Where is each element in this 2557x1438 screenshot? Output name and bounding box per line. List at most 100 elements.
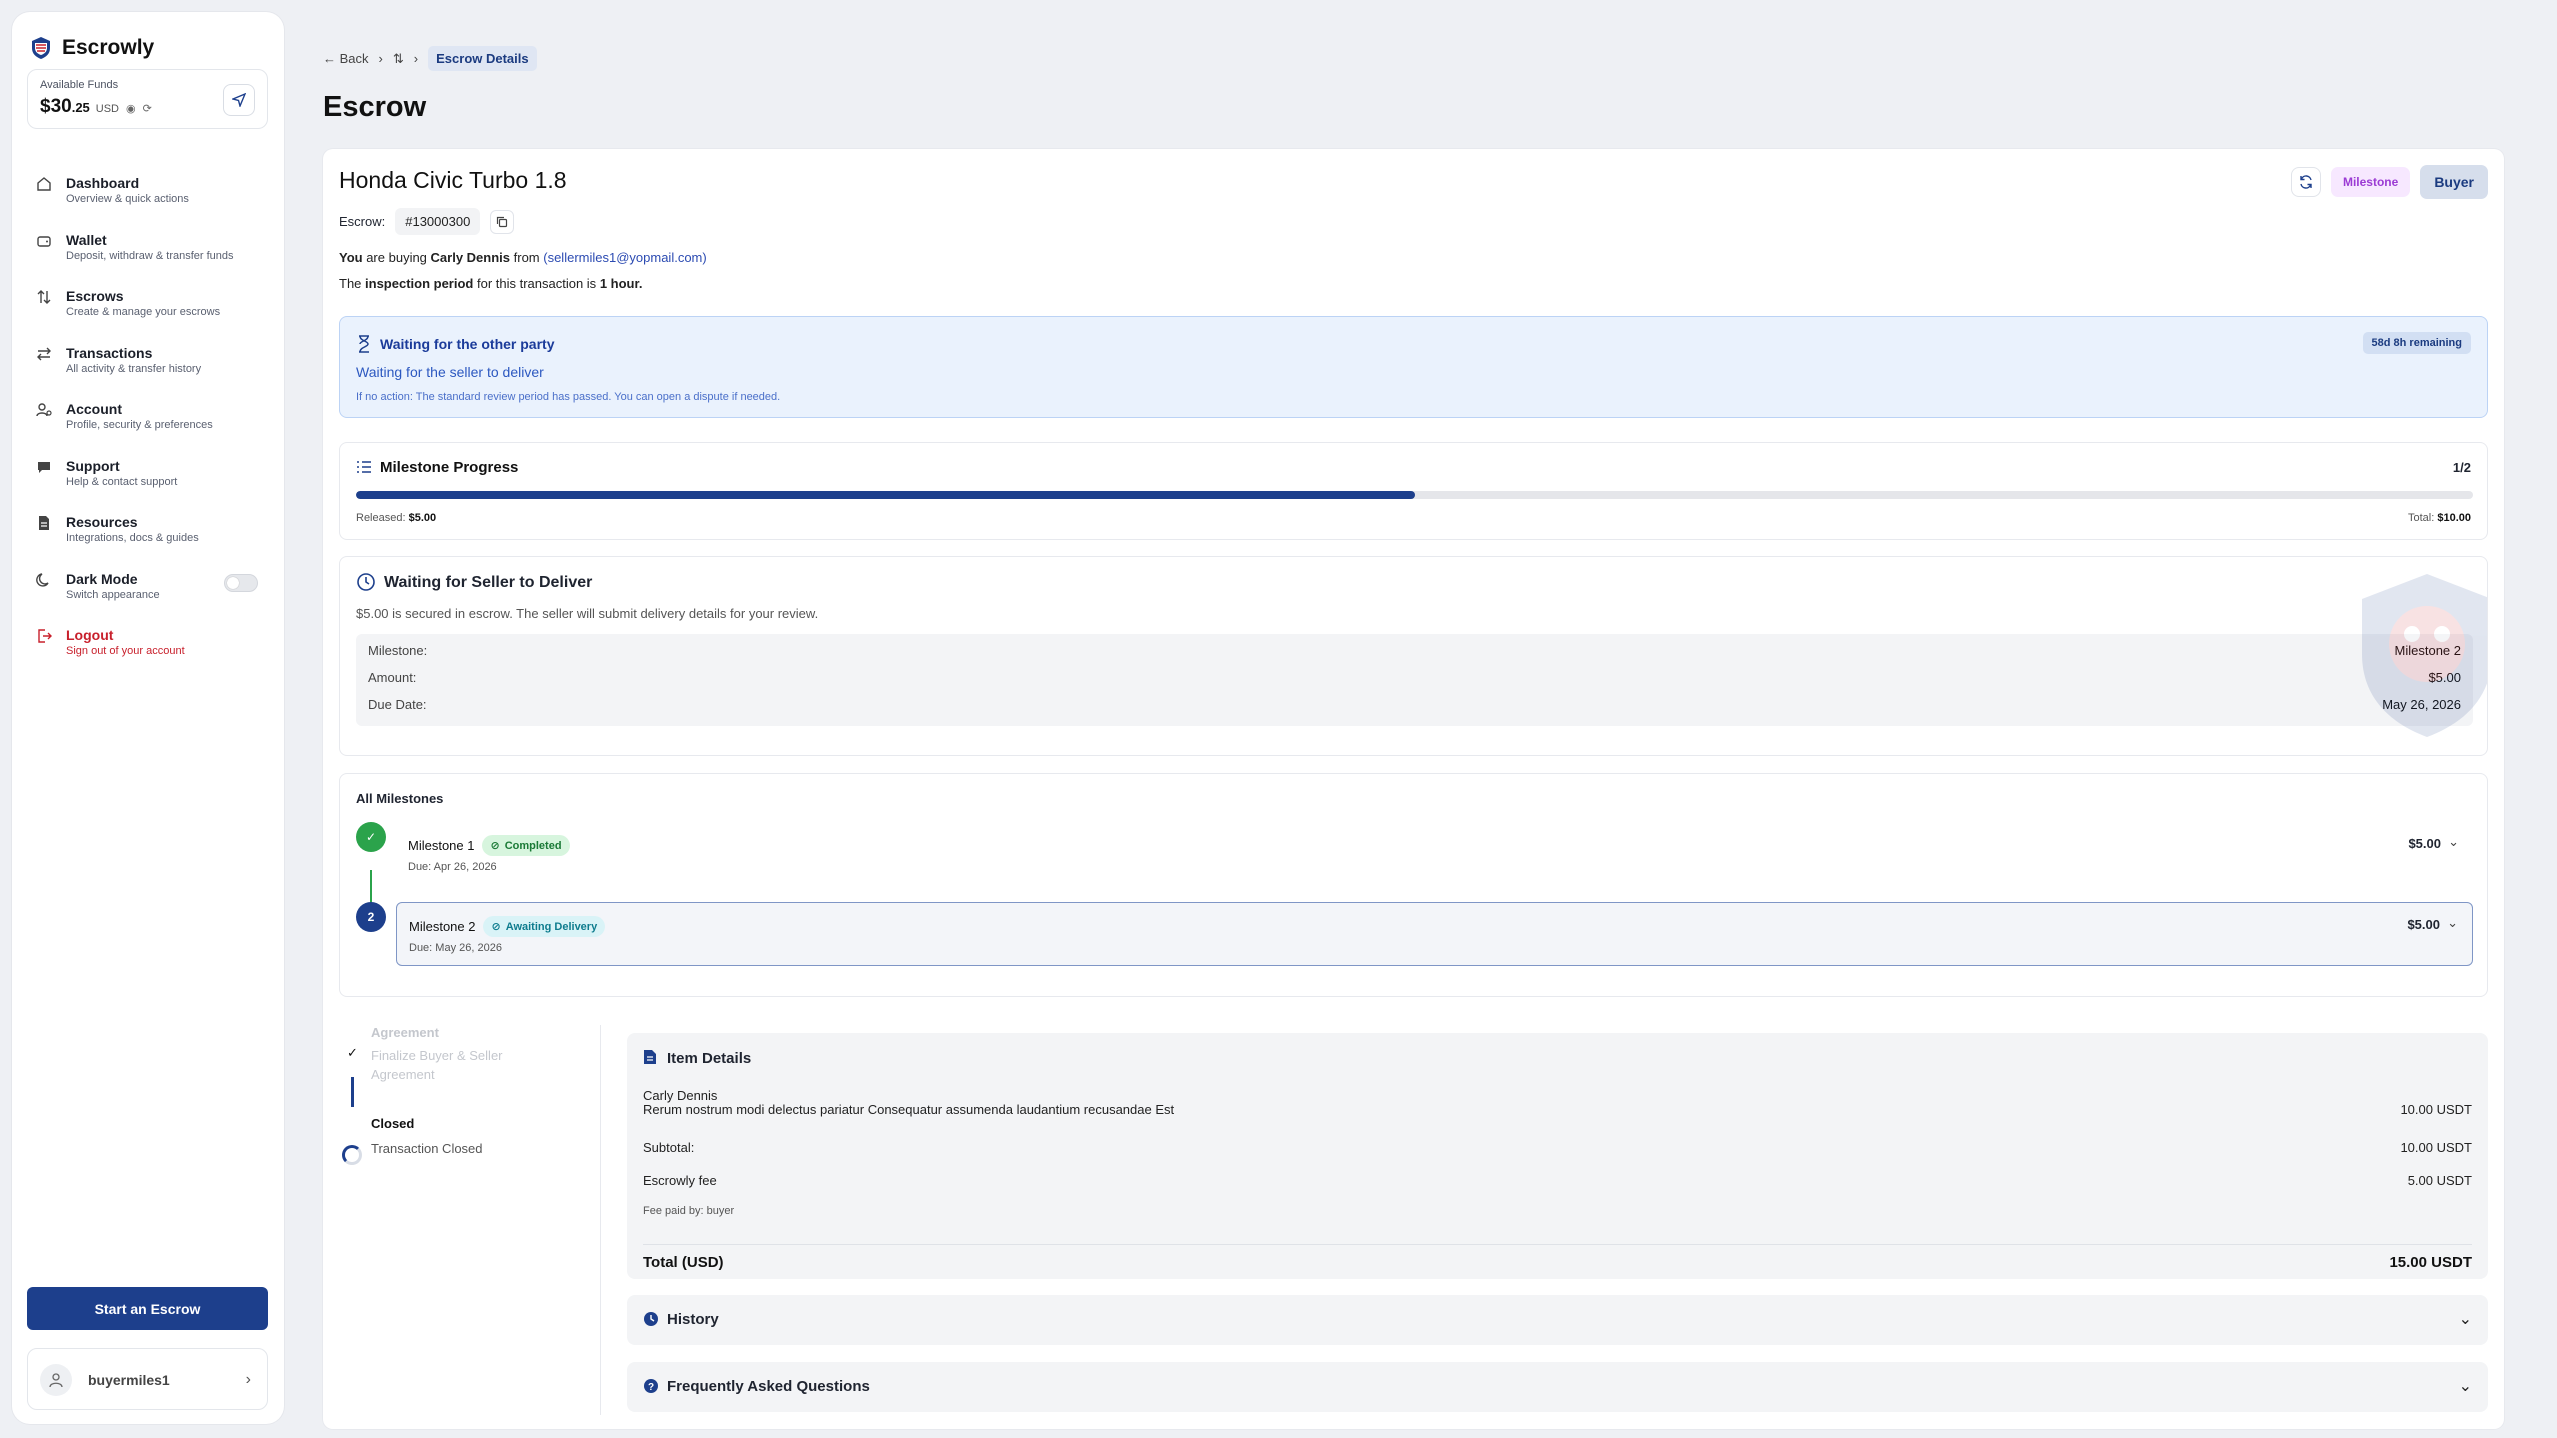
sidebar-item-title: Account	[66, 401, 122, 417]
sidebar-item-title: Escrows	[66, 288, 124, 304]
user-settings-icon	[36, 403, 52, 417]
insp-pre: The	[339, 276, 366, 291]
milestone-due: Due: May 26, 2026	[409, 942, 502, 954]
refresh-icon[interactable]: ⟳	[143, 102, 152, 115]
escrow-id-row: Escrow: #13000300	[339, 208, 515, 235]
funds-dollars: $30	[40, 96, 72, 117]
status-text: Completed	[504, 839, 562, 852]
insp-mid: for this transaction is	[473, 276, 600, 291]
sidebar-item-subtitle: Deposit, withdraw & transfer funds	[66, 249, 234, 262]
sidebar-item-account[interactable]: Account Profile, security & preferences	[12, 388, 284, 445]
sidebar-item-subtitle: Help & contact support	[66, 475, 178, 488]
item-description: Rerum nostrum modi delectus pariatur Con…	[643, 1102, 1175, 1117]
released-label: Released:	[356, 512, 406, 524]
avatar	[40, 1364, 72, 1396]
start-escrow-button[interactable]: Start an Escrow	[27, 1287, 268, 1330]
chevron-down-icon[interactable]: ⌄	[2447, 915, 2458, 931]
list-icon	[357, 461, 371, 473]
milestone-name-row: Milestone 1 ⊘ Completed	[408, 835, 570, 856]
subtotal-label: Subtotal:	[643, 1140, 695, 1155]
total-label: Total:	[2407, 512, 2435, 524]
sidebar-item-dark-mode[interactable]: Dark Mode Switch appearance	[12, 558, 284, 615]
sidebar-item-title: Wallet	[66, 231, 107, 248]
delivery-description: $5.00 is secured in escrow. The seller w…	[356, 606, 819, 621]
escrow-card: Honda Civic Turbo 1.8 Milestone Buyer Es…	[323, 149, 2504, 1429]
back-link[interactable]: ← Back	[323, 51, 369, 66]
history-accordion[interactable]: History ⌄	[627, 1295, 2488, 1345]
fee-paid-by: Fee paid by: buyer	[643, 1205, 735, 1217]
chevron-right-icon: ›	[413, 51, 419, 66]
sidebar-item-subtitle: Overview & quick actions	[66, 193, 189, 205]
sidebar: Escrowly Available Funds $30 .25 USD ◉ ⟳…	[12, 12, 284, 1424]
detail-row: Amount:$5.00	[368, 670, 2461, 685]
sidebar-item-escrows[interactable]: Escrows Create & manage your escrows	[12, 275, 284, 332]
escrows-crumb-icon[interactable]: ⇅	[393, 51, 404, 67]
milestone-amount: $5.00	[2407, 917, 2440, 932]
subtotal-row: Subtotal: 10.00 USDT	[643, 1140, 2472, 1155]
copy-icon	[497, 216, 508, 227]
copy-button[interactable]	[490, 209, 515, 234]
sidebar-item-transactions[interactable]: Transactions All activity & transfer his…	[12, 332, 284, 389]
progress-steps: Agreement ✓ Finalize Buyer & Seller Agre…	[339, 1025, 579, 1395]
chevron-down-icon[interactable]: ⌄	[2448, 834, 2459, 850]
progress-title: Milestone Progress	[380, 459, 519, 476]
insp-value: 1 hour.	[599, 276, 643, 291]
escrow-id: #13000300	[395, 208, 481, 235]
brand[interactable]: Escrowly	[30, 36, 154, 60]
seller-email-link[interactable]: (sellermiles1@yopmail.com)	[543, 250, 706, 265]
eye-icon[interactable]: ◉	[126, 102, 136, 115]
transfer-icon	[37, 347, 51, 360]
document-icon	[39, 516, 49, 530]
refresh-button[interactable]	[2290, 167, 2321, 197]
milestone-number: 2	[356, 902, 386, 932]
sidebar-item-subtitle: Integrations, docs & guides	[66, 532, 199, 544]
logout-icon	[38, 629, 52, 643]
waiting-note: If no action: The standard review period…	[356, 391, 781, 403]
fee-paid-row: Fee paid by: buyer	[643, 1205, 2472, 1217]
sidebar-item-subtitle: Create & manage your escrows	[66, 306, 221, 318]
sidebar-item-dashboard[interactable]: Dashboard Overview & quick actions	[12, 162, 284, 219]
fee-row: Escrowly fee 5.00 USDT	[643, 1173, 2472, 1188]
released-amount: Released: $5.00	[356, 512, 436, 524]
available-funds-card: Available Funds $30 .25 USD ◉ ⟳	[27, 69, 268, 129]
send-icon	[232, 93, 246, 107]
brand-name: Escrowly	[62, 36, 155, 59]
total-amount: Total: $10.00	[2408, 512, 2471, 524]
sidebar-item-subtitle: All activity & transfer history	[66, 362, 202, 375]
sidebar-item-title: Resources	[66, 514, 138, 530]
milestone-progress: Milestone Progress 1/2 Released: $5.00 T…	[339, 442, 2488, 540]
sidebar-item-resources[interactable]: Resources Integrations, docs & guides	[12, 501, 284, 558]
breadcrumb-current: Escrow Details	[428, 46, 537, 71]
step-connector	[351, 1077, 354, 1107]
send-funds-button[interactable]	[223, 84, 255, 116]
delivery-title: Waiting for Seller to Deliver	[384, 574, 593, 591]
buying-you: You	[339, 250, 363, 265]
item-price: 10.00 USDT	[2400, 1102, 2472, 1117]
milestone-row[interactable]: Milestone 1 ⊘ Completed Due: Apr 26, 2026 …	[396, 822, 2473, 886]
detail-row: Due Date:May 26, 2026	[368, 697, 2461, 712]
status-badge: ⊘ Awaiting Delivery	[483, 916, 606, 937]
faq-accordion[interactable]: ? Frequently Asked Questions ⌄	[627, 1362, 2488, 1412]
sidebar-nav: Dashboard Overview & quick actions Walle…	[12, 162, 284, 671]
user-menu[interactable]: buyermiles1 ›	[27, 1348, 268, 1410]
milestone-row[interactable]: Milestone 2 ⊘ Awaiting Delivery Due: May 2…	[396, 902, 2473, 966]
svg-text:?: ?	[648, 1382, 654, 1393]
divider	[600, 1025, 601, 1415]
dark-mode-toggle[interactable]	[224, 573, 258, 592]
buying-from: from	[510, 250, 544, 265]
sidebar-item-wallet[interactable]: Wallet Deposit, withdraw & transfer fund…	[12, 219, 284, 276]
escrow-actions: Milestone Buyer	[2290, 165, 2488, 199]
detail-label: Milestone:	[368, 643, 428, 658]
chevron-down-icon: ⌄	[2458, 1311, 2472, 1328]
total-row: Total (USD) 15.00 USDT	[643, 1254, 2472, 1271]
total-label: Total (USD)	[643, 1254, 724, 1271]
all-milestones: All Milestones ✓ 2 Milestone 1 ⊘ Completed…	[339, 773, 2488, 997]
sidebar-item-logout[interactable]: Logout Sign out of your account	[12, 614, 284, 671]
released-value: $5.00	[408, 512, 437, 524]
back-label: Back	[339, 51, 369, 66]
sidebar-item-support[interactable]: Support Help & contact support	[12, 445, 284, 502]
wallet-icon	[37, 235, 51, 247]
milestone-name-row: Milestone 2 ⊘ Awaiting Delivery	[409, 916, 606, 937]
time-remaining-badge: 58d 8h remaining	[2362, 332, 2471, 354]
total-value: 15.00 USDT	[2389, 1254, 2472, 1271]
